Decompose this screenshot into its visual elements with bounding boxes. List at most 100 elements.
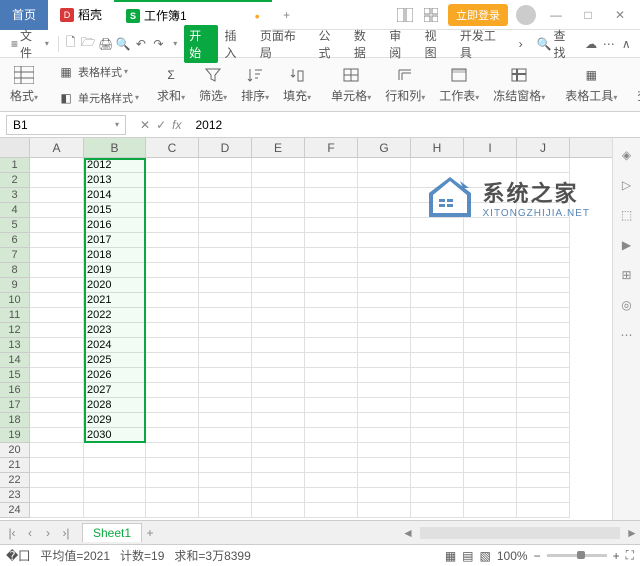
cell[interactable]	[464, 443, 517, 458]
cell[interactable]	[411, 278, 464, 293]
cell[interactable]	[146, 248, 199, 263]
cell[interactable]	[517, 383, 570, 398]
cell[interactable]	[358, 458, 411, 473]
row-header[interactable]: 24	[0, 503, 30, 518]
cell[interactable]	[199, 248, 252, 263]
cell[interactable]	[411, 323, 464, 338]
col-header-G[interactable]: G	[358, 138, 411, 157]
cell[interactable]	[464, 218, 517, 233]
cell[interactable]	[146, 503, 199, 518]
cell[interactable]	[464, 233, 517, 248]
cell[interactable]	[464, 188, 517, 203]
zoom-out[interactable]: −	[534, 549, 541, 563]
cell[interactable]	[84, 503, 146, 518]
cell[interactable]	[358, 308, 411, 323]
cell[interactable]	[199, 308, 252, 323]
cell[interactable]	[411, 203, 464, 218]
cell[interactable]	[411, 263, 464, 278]
cell[interactable]	[305, 293, 358, 308]
cell[interactable]	[252, 353, 305, 368]
close-button[interactable]: ✕	[608, 8, 632, 22]
cell[interactable]	[517, 188, 570, 203]
cell[interactable]	[252, 383, 305, 398]
view-normal-icon[interactable]: ▦	[445, 549, 456, 563]
cell[interactable]	[358, 413, 411, 428]
cell[interactable]	[464, 203, 517, 218]
cell[interactable]	[411, 413, 464, 428]
cell[interactable]	[30, 263, 84, 278]
cell[interactable]	[146, 188, 199, 203]
cell[interactable]	[30, 338, 84, 353]
cell[interactable]	[84, 473, 146, 488]
cell[interactable]	[358, 188, 411, 203]
scroll-left[interactable]: ◄	[400, 526, 416, 540]
cell[interactable]	[252, 218, 305, 233]
cell[interactable]	[305, 278, 358, 293]
cell[interactable]	[464, 383, 517, 398]
cell[interactable]	[84, 488, 146, 503]
cell[interactable]	[464, 293, 517, 308]
cell[interactable]	[358, 278, 411, 293]
nav-next[interactable]: ›	[40, 526, 56, 540]
cell[interactable]	[305, 428, 358, 443]
cell[interactable]	[199, 158, 252, 173]
cell[interactable]	[517, 488, 570, 503]
cell[interactable]: 2013	[84, 173, 146, 188]
cell[interactable]	[358, 323, 411, 338]
select-all-corner[interactable]	[0, 138, 30, 157]
cell[interactable]	[358, 203, 411, 218]
formula-input[interactable]: 2012	[189, 118, 640, 132]
cell[interactable]	[199, 233, 252, 248]
cell[interactable]	[517, 353, 570, 368]
cell[interactable]	[305, 158, 358, 173]
cell[interactable]	[252, 233, 305, 248]
cell-style-button[interactable]: ◧单元格样式▾	[52, 86, 143, 110]
menu-dev[interactable]: 开发工具	[455, 25, 512, 63]
cell[interactable]	[199, 503, 252, 518]
cell[interactable]	[358, 173, 411, 188]
cell[interactable]	[464, 488, 517, 503]
cell[interactable]	[305, 233, 358, 248]
cell[interactable]	[358, 488, 411, 503]
cell[interactable]	[30, 413, 84, 428]
cell[interactable]	[199, 368, 252, 383]
cell[interactable]	[146, 308, 199, 323]
cell[interactable]	[411, 443, 464, 458]
layout-icon[interactable]	[396, 6, 414, 24]
cell[interactable]	[30, 158, 84, 173]
collapse-icon[interactable]: ∧	[618, 36, 634, 52]
cell[interactable]	[305, 398, 358, 413]
fx-icon[interactable]: fx	[172, 118, 181, 132]
cell[interactable]	[305, 308, 358, 323]
cell[interactable]	[411, 188, 464, 203]
row-header[interactable]: 9	[0, 278, 30, 293]
cell[interactable]: 2020	[84, 278, 146, 293]
row-header[interactable]: 5	[0, 218, 30, 233]
cell[interactable]	[411, 248, 464, 263]
redo-icon[interactable]: ↷	[151, 36, 167, 52]
cell[interactable]	[358, 503, 411, 518]
cell[interactable]	[30, 428, 84, 443]
cell[interactable]	[358, 443, 411, 458]
dropdown-icon[interactable]: ▾	[168, 37, 182, 50]
cell[interactable]	[358, 338, 411, 353]
name-box[interactable]: B1▾	[6, 115, 126, 135]
row-header[interactable]: 22	[0, 473, 30, 488]
cell[interactable]: 2023	[84, 323, 146, 338]
sort-button[interactable]: 排序▾	[235, 63, 275, 106]
cell[interactable]	[305, 473, 358, 488]
cell[interactable]	[305, 323, 358, 338]
cell[interactable]	[30, 293, 84, 308]
cell[interactable]	[305, 173, 358, 188]
cell[interactable]	[411, 368, 464, 383]
cell[interactable]	[305, 443, 358, 458]
cell[interactable]	[199, 443, 252, 458]
undo-icon[interactable]: ↶	[133, 36, 149, 52]
cell[interactable]	[517, 203, 570, 218]
cell[interactable]	[30, 368, 84, 383]
cell[interactable]: 2026	[84, 368, 146, 383]
menu-hamburger[interactable]: ≡ 文件 ▾	[6, 25, 54, 63]
col-header-B[interactable]: B	[84, 138, 146, 157]
tab-doc[interactable]: D稻壳	[48, 0, 114, 30]
cell[interactable]	[252, 323, 305, 338]
